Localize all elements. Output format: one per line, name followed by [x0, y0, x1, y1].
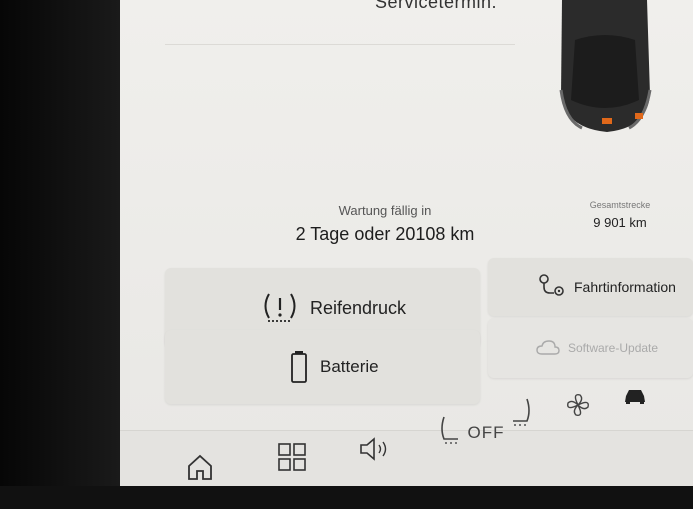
drive-info-label: Fahrtinformation: [574, 279, 676, 295]
battery-button[interactable]: Batterie: [165, 330, 480, 404]
home-icon: [185, 452, 215, 482]
seat-heat-icon: [509, 397, 535, 433]
screen-bezel-left: [0, 0, 120, 509]
odometer-label: Gesamtstrecke: [589, 200, 651, 210]
tire-pressure-label: Reifendruck: [310, 297, 407, 318]
car-icon: [623, 387, 647, 405]
route-icon: [536, 273, 566, 301]
maintenance-info: Wartung fällig in 2 Tage oder 20108 km: [225, 203, 545, 245]
software-update-label: Software-Update: [568, 341, 659, 355]
volume-button[interactable]: [355, 431, 395, 467]
odometer-info: Gesamtstrecke 9 901 km: [565, 200, 675, 230]
drive-info-button[interactable]: Fahrtinformation: [488, 258, 693, 316]
seat-heat-status: OFF: [467, 423, 505, 442]
service-text: Servicetermin.: [375, 0, 498, 12]
screen-bezel-bottom: [0, 486, 693, 509]
maintenance-label: Wartung fällig in: [338, 203, 432, 218]
fan-button[interactable]: [560, 387, 596, 423]
grid-icon: [276, 441, 308, 473]
speaker-icon: [358, 436, 392, 462]
cloud-icon: [536, 340, 560, 356]
car-image: [559, 0, 652, 132]
seat-heat-icon: [436, 415, 462, 451]
service-card: Servicetermin.: [165, 0, 515, 45]
vehicle-button[interactable]: [618, 381, 652, 411]
tire-pressure-warning-icon: [260, 290, 300, 326]
vehicle-status-panel: Servicetermin. Wartung fällig in 2 Tage …: [120, 0, 693, 440]
maintenance-value: 2 Tage oder 20108 km: [295, 224, 475, 244]
battery-label: Batterie: [320, 357, 379, 376]
car-display: Servicetermin. Wartung fällig in 2 Tage …: [120, 0, 693, 509]
home-button[interactable]: [180, 447, 220, 487]
battery-icon: [290, 350, 308, 384]
fan-icon: [564, 391, 592, 419]
apps-button[interactable]: [272, 437, 312, 477]
odometer-value: 9 901 km: [593, 215, 647, 230]
passenger-seat-heat-button[interactable]: [505, 395, 539, 435]
software-update-button[interactable]: Software-Update: [488, 318, 693, 378]
